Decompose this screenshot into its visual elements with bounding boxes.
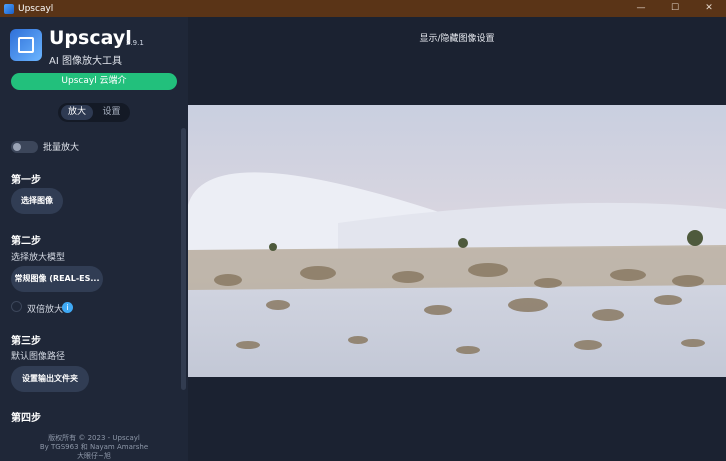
desert-dunes-photo xyxy=(188,105,726,377)
double-upscale-label: 双倍放大 xyxy=(27,305,64,315)
maximize-icon[interactable]: ☐ xyxy=(658,0,692,17)
batch-toggle-label: 批量放大 xyxy=(43,143,80,153)
sidebar-scrollbar[interactable] xyxy=(181,128,186,390)
app-version: 2.9.1 xyxy=(126,39,144,47)
photo-svg xyxy=(188,105,726,377)
step4-title: 第四步 xyxy=(11,413,41,424)
step2-title: 第二步 xyxy=(11,236,41,247)
tab-bar: 放大 设置 xyxy=(58,103,130,122)
double-upscale-radio[interactable] xyxy=(11,301,22,312)
tab-upscale[interactable]: 放大 xyxy=(61,105,93,120)
sidebar: Upscayl 2.9.1 AI 图像放大工具 Upscayl 云端介 放大 设… xyxy=(0,17,188,461)
intro-button[interactable]: Upscayl 云端介 xyxy=(11,73,177,90)
window-controls: — ☐ ✕ xyxy=(624,0,726,17)
app-subtitle: AI 图像放大工具 xyxy=(49,56,122,67)
step2-desc: 选择放大模型 xyxy=(11,253,66,263)
step1-title: 第一步 xyxy=(11,175,41,186)
output-folder-button[interactable]: 设置输出文件夹 xyxy=(11,366,89,392)
model-select-button[interactable]: 常规图像 (REAL-ES... xyxy=(11,266,103,292)
footer-extra: 大眼仔~旭 xyxy=(77,452,111,460)
info-icon[interactable]: i xyxy=(62,302,73,313)
step3-title: 第三步 xyxy=(11,336,41,347)
logo-icon xyxy=(10,29,42,61)
toggle-knob xyxy=(13,143,21,151)
app-icon xyxy=(4,3,14,14)
window-title: Upscayl xyxy=(18,3,54,14)
select-image-button[interactable]: 选择图像 xyxy=(11,188,63,214)
title-bar: Upscayl — ☐ ✕ xyxy=(0,0,726,17)
batch-toggle[interactable] xyxy=(11,141,38,153)
app-name: Upscayl xyxy=(49,27,132,49)
step3-desc: 默认图像路径 xyxy=(11,352,66,362)
image-settings-toggle[interactable]: 显示/隐藏图像设置 xyxy=(188,31,726,44)
tab-settings[interactable]: 设置 xyxy=(96,105,127,120)
close-icon[interactable]: ✕ xyxy=(692,0,726,17)
minimize-icon[interactable]: — xyxy=(624,0,658,17)
image-viewer: 显示/隐藏图像设置 xyxy=(188,17,726,461)
